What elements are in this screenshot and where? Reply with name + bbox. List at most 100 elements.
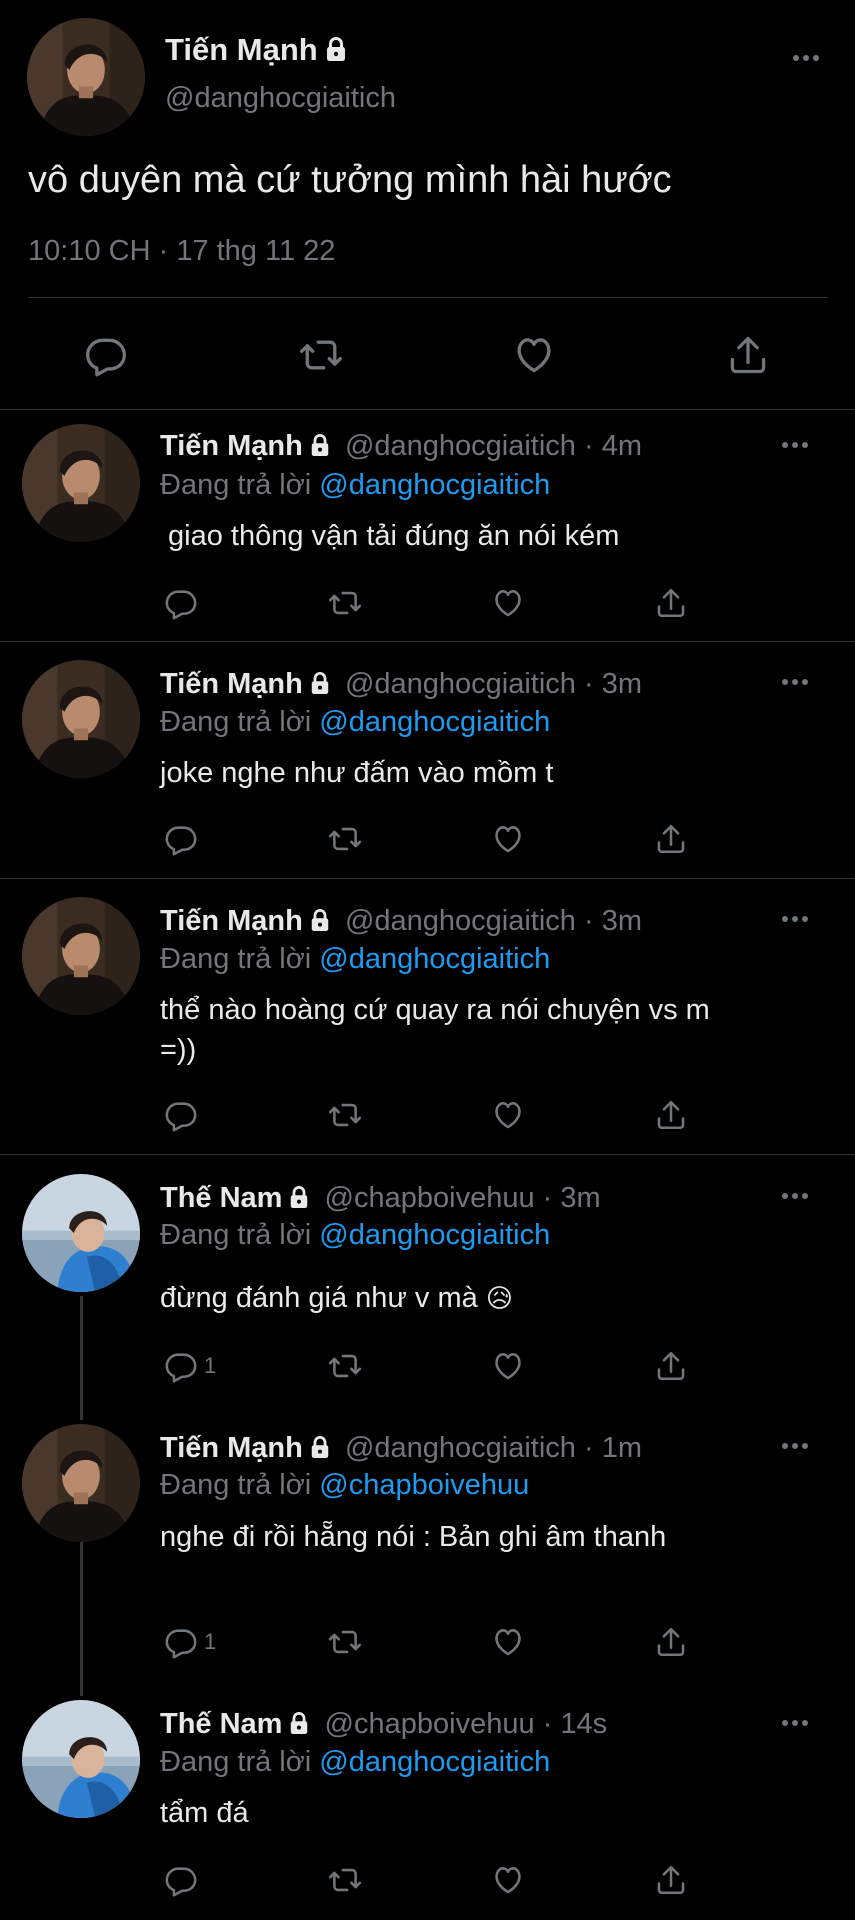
like-button[interactable] [490, 586, 526, 620]
author-handle[interactable]: @danghocgiaitich [165, 82, 396, 115]
author-handle[interactable]: @danghocgiaitich [345, 430, 576, 462]
reply-button[interactable] [164, 1863, 204, 1897]
reply-header: Tiến Mạnh @danghocgiaitich · 3m [160, 901, 642, 941]
retweet-button[interactable] [326, 586, 364, 620]
more-icon[interactable] [791, 53, 821, 63]
author-handle[interactable]: @chapboivehuu [325, 1182, 535, 1214]
author-handle[interactable]: @danghocgiaitich [345, 905, 576, 937]
share-button[interactable] [654, 1348, 688, 1384]
like-button[interactable] [511, 333, 557, 377]
reply-button[interactable]: 1 [164, 1349, 216, 1383]
author-name[interactable]: Thế Nam [160, 1182, 282, 1214]
tweet-text: tẩm đá [160, 1797, 249, 1829]
post-age[interactable]: 3m [560, 1182, 600, 1214]
post-age[interactable]: 3m [602, 905, 642, 937]
reply-button[interactable] [164, 1098, 204, 1132]
thread-line [80, 1526, 83, 1696]
share-button[interactable] [726, 332, 770, 378]
like-button[interactable] [490, 1863, 526, 1897]
divider [0, 641, 855, 642]
retweet-button[interactable] [326, 1098, 364, 1132]
replying-prefix: Đang trả lời [160, 1746, 312, 1778]
avatar[interactable] [22, 1174, 140, 1292]
tweet-text: joke nghe như đấm vào mồm t [160, 757, 554, 789]
replying-to: Đang trả lời @danghocgiaitich [160, 1742, 550, 1782]
author-name[interactable]: Tiến Mạnh [160, 905, 303, 937]
reply-icon [164, 1349, 198, 1383]
tweet-text: đừng đánh giá như v mà 😥 [160, 1278, 513, 1318]
tweet-text-line: =)) [160, 1034, 197, 1066]
more-icon[interactable] [780, 677, 810, 687]
author-name[interactable]: Tiến Mạnh [160, 430, 303, 462]
avatar[interactable] [22, 1700, 140, 1818]
author-name[interactable]: Tiến Mạnh [165, 32, 318, 67]
retweet-button[interactable] [326, 1625, 364, 1659]
reply-button[interactable] [164, 822, 204, 856]
reply-button[interactable] [164, 586, 204, 620]
retweet-icon [297, 333, 345, 377]
mention-link[interactable]: @chapboivehuu [319, 1469, 529, 1501]
author-name[interactable]: Tiến Mạnh [160, 668, 303, 700]
more-icon[interactable] [780, 914, 810, 924]
like-button[interactable] [490, 822, 526, 856]
share-button[interactable] [654, 1097, 688, 1133]
author-name[interactable]: Tiến Mạnh [160, 1432, 303, 1464]
mention-link[interactable]: @danghocgiaitich [319, 1746, 550, 1778]
more-icon[interactable] [780, 1191, 810, 1201]
heart-icon [490, 822, 526, 856]
avatar[interactable] [22, 660, 140, 778]
retweet-button[interactable] [297, 333, 345, 377]
avatar[interactable] [22, 1424, 140, 1542]
author-name[interactable]: Thế Nam [160, 1708, 282, 1740]
tweet-time[interactable]: 10:10 CH [28, 235, 151, 267]
mention-link[interactable]: @danghocgiaitich [319, 1219, 550, 1251]
more-icon[interactable] [780, 1441, 810, 1451]
like-button[interactable] [490, 1625, 526, 1659]
like-button[interactable] [490, 1349, 526, 1383]
share-button[interactable] [654, 1862, 688, 1898]
like-button[interactable] [490, 1098, 526, 1132]
mention-link[interactable]: @danghocgiaitich [319, 469, 550, 501]
post-age[interactable]: 3m [602, 668, 642, 700]
share-icon [726, 332, 770, 378]
retweet-icon [326, 586, 364, 620]
sad-emoji: 😥 [485, 1283, 513, 1313]
more-icon[interactable] [780, 1718, 810, 1728]
share-button[interactable] [654, 821, 688, 857]
retweet-button[interactable] [326, 1863, 364, 1897]
separator: · [583, 668, 594, 700]
separator: · [542, 1182, 553, 1214]
tweet-text-line: thể nào hoàng cứ quay ra nói chuyện vs m [160, 994, 710, 1026]
avatar[interactable] [22, 424, 140, 542]
separator: · [158, 235, 169, 267]
reply-icon [164, 1625, 198, 1659]
lock-icon [309, 433, 331, 458]
replying-to: Đang trả lời @danghocgiaitich [160, 939, 550, 979]
author-handle[interactable]: @danghocgiaitich [345, 1432, 576, 1464]
author-handle[interactable]: @chapboivehuu [325, 1708, 535, 1740]
reply-icon [164, 586, 198, 620]
retweet-button[interactable] [326, 1349, 364, 1383]
avatar[interactable] [27, 18, 145, 136]
post-age[interactable]: 14s [560, 1708, 607, 1740]
mention-link[interactable]: @danghocgiaitich [319, 943, 550, 975]
retweet-icon [326, 1863, 364, 1897]
mention-link[interactable]: @danghocgiaitich [319, 706, 550, 738]
more-icon[interactable] [780, 440, 810, 450]
post-age[interactable]: 4m [602, 430, 642, 462]
reply-button[interactable]: 1 [164, 1625, 216, 1659]
share-button[interactable] [654, 585, 688, 621]
divider [0, 878, 855, 879]
avatar[interactable] [22, 897, 140, 1015]
tweet-date[interactable]: 17 thg 11 22 [176, 235, 335, 267]
tweet-timestamp: 10:10 CH · 17 thg 11 22 [28, 235, 335, 268]
post-age[interactable]: 1m [602, 1432, 642, 1464]
retweet-icon [326, 1625, 364, 1659]
share-icon [654, 1097, 688, 1133]
retweet-button[interactable] [326, 822, 364, 856]
share-button[interactable] [654, 1624, 688, 1660]
reply-button[interactable] [84, 333, 128, 377]
author-handle[interactable]: @danghocgiaitich [345, 668, 576, 700]
replying-prefix: Đang trả lời [160, 1219, 312, 1251]
reply-icon [84, 333, 128, 377]
